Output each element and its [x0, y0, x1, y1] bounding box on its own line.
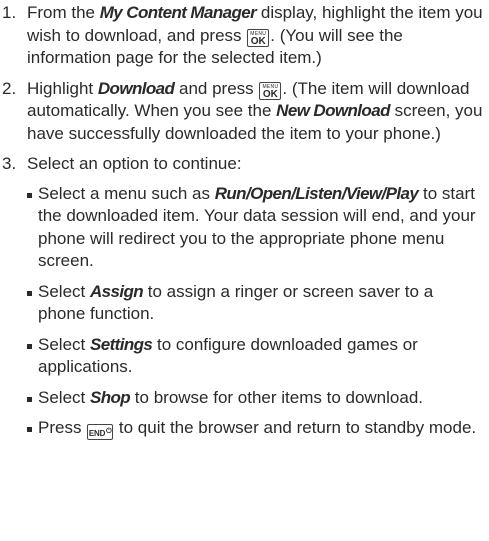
settings-term: Settings — [89, 334, 153, 354]
step-text-part: From the — [27, 3, 100, 22]
step-number: 1. — [2, 3, 17, 22]
menu-ok-key-icon: MENU OK — [259, 81, 282, 100]
option-item-settings: Select Settings to configure downloaded … — [27, 334, 483, 379]
step-1: 1. From the My Content Manager display, … — [2, 2, 483, 70]
option-item-assign: Select Assign to assign a ringer or scre… — [27, 281, 483, 326]
assign-term: Assign — [89, 281, 144, 301]
ok-key-label: OK — [250, 35, 266, 47]
option-item-end: Press END⏻ to quit the browser and retur… — [27, 417, 483, 440]
step-text: From the My Content Manager display, hig… — [27, 2, 483, 70]
step-number: 3. — [2, 154, 17, 173]
option-text-part: Press — [38, 418, 87, 437]
step-text: Select an option to continue: — [27, 154, 242, 173]
option-text-part: to quit the browser and return to standb… — [114, 418, 477, 437]
option-text-part: Select — [38, 387, 90, 407]
step-2: 2. Highlight Download and press MENU OK. … — [2, 78, 483, 146]
download-term: Download — [97, 78, 175, 98]
step-text: Highlight Download and press MENU OK. (Th… — [27, 78, 483, 146]
my-content-manager-term: My Content Manager — [99, 3, 257, 22]
step-text-part: and press — [174, 78, 259, 98]
ok-key-label: OK — [262, 88, 278, 100]
new-download-term: New Download — [276, 101, 390, 120]
power-icon: ⏻ — [106, 428, 112, 435]
menu-ok-key-icon: MENU OK — [247, 28, 270, 47]
bullet-icon — [27, 290, 32, 296]
option-text-part: Select — [38, 281, 90, 301]
option-text-part: Select — [38, 334, 90, 354]
shop-term: Shop — [89, 387, 131, 407]
bullet-icon — [27, 192, 32, 198]
bullet-icon — [27, 343, 32, 349]
option-text-part: Select a menu such as — [38, 183, 215, 203]
step-number: 2. — [2, 78, 17, 98]
option-item-run: Select a menu such as Run/Open/Listen/Vi… — [27, 183, 483, 273]
option-item-shop: Select Shop to browse for other items to… — [27, 387, 483, 410]
step-3: 3. Select an option to continue: Select … — [2, 153, 483, 440]
instruction-page: 1. From the My Content Manager display, … — [0, 0, 489, 541]
end-power-key-icon: END⏻ — [87, 424, 114, 440]
bullet-icon — [27, 396, 32, 402]
step-text-part: Highlight — [27, 78, 98, 98]
run-open-listen-view-play-term: Run/Open/Listen/View/Play — [214, 183, 419, 203]
option-text-part: to browse for other items to download. — [130, 387, 424, 407]
bullet-icon — [27, 427, 32, 432]
end-key-label: END — [88, 429, 106, 438]
option-list: Select a menu such as Run/Open/Listen/Vi… — [27, 183, 483, 440]
